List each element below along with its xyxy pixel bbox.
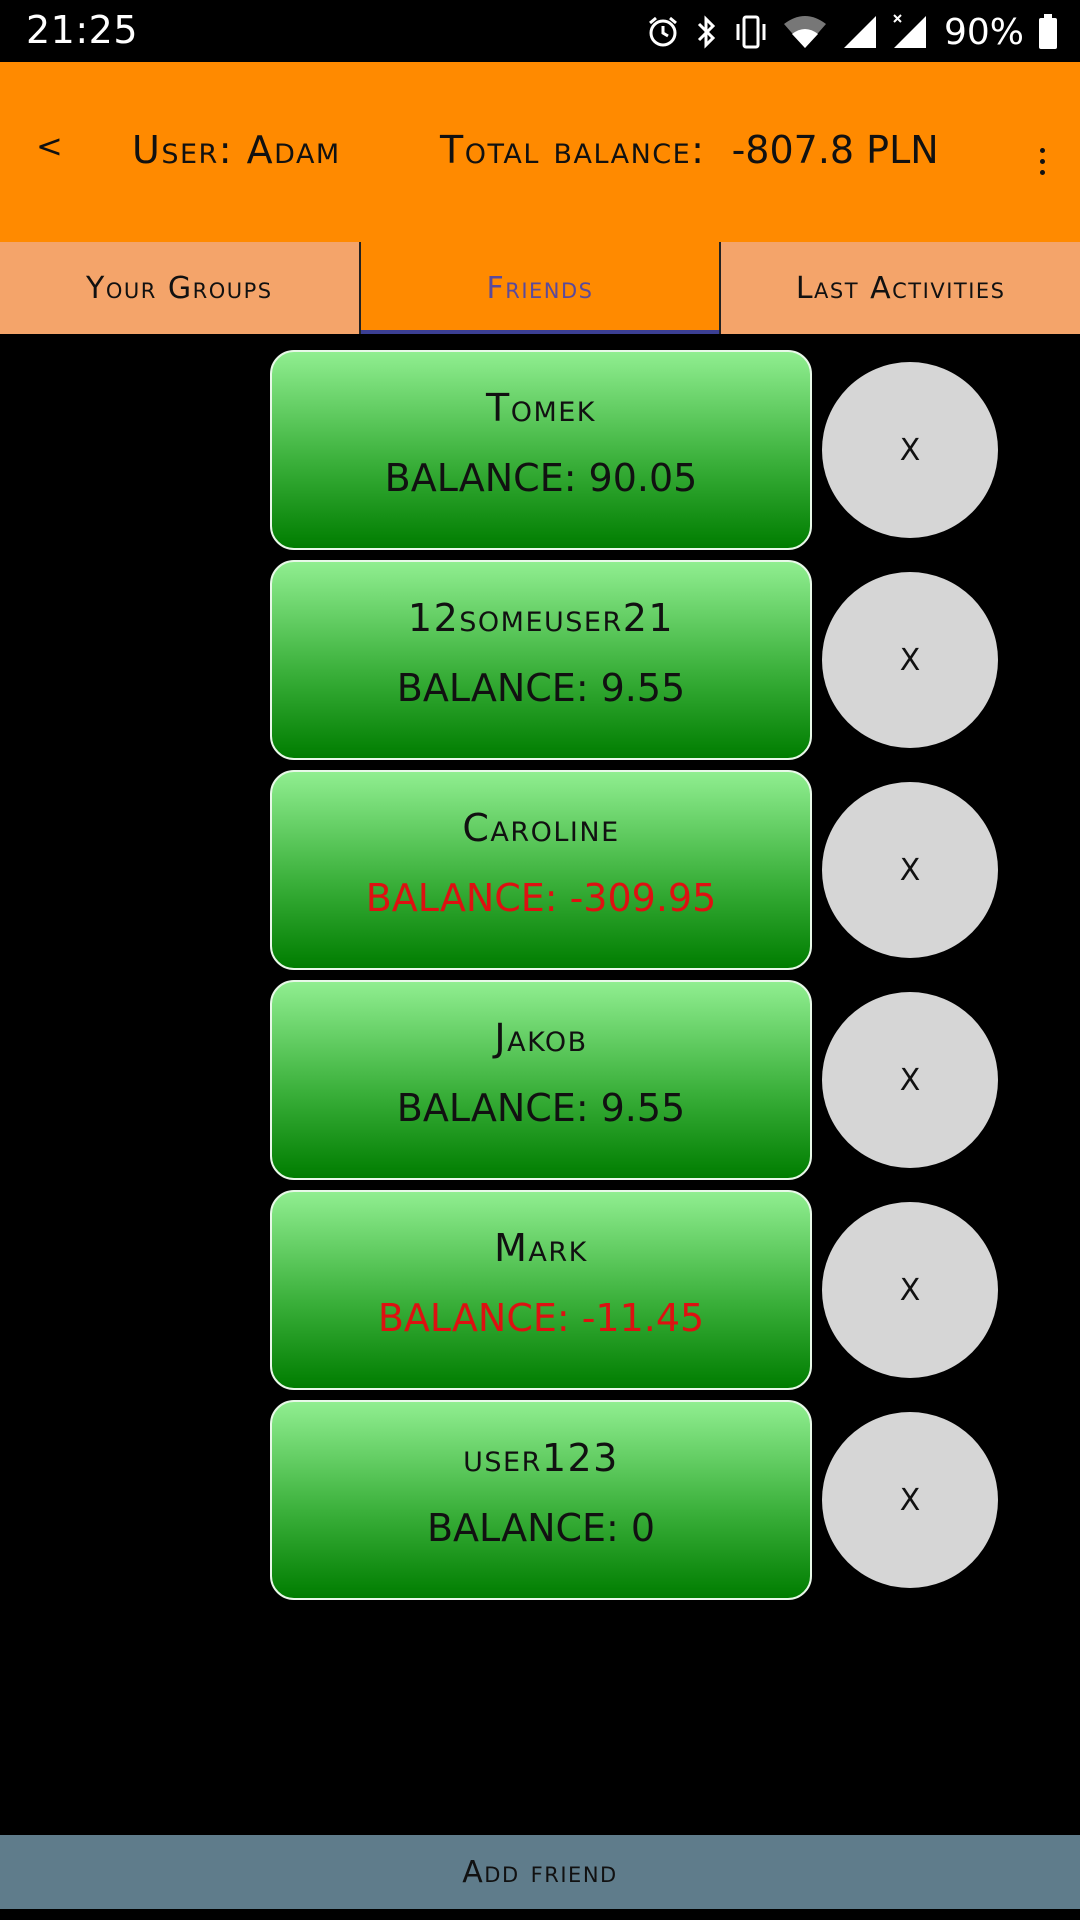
vibrate-icon <box>734 14 768 50</box>
friend-card[interactable]: 12someuser21 BALANCE: 9.55 <box>270 560 812 760</box>
friend-balance-label: BALANCE: <box>396 1086 589 1130</box>
alarm-icon <box>646 15 680 49</box>
add-friend-button[interactable]: Add friend <box>0 1835 1080 1909</box>
friend-card[interactable]: Jakob BALANCE: 9.55 <box>270 980 812 1180</box>
friend-row: 12someuser21 BALANCE: 9.55 X <box>0 560 1080 760</box>
status-bar: 21:25 90% <box>0 0 1080 62</box>
friend-name: Jakob <box>494 1016 588 1060</box>
friend-balance-value: 90.05 <box>588 456 698 500</box>
friend-row: Mark BALANCE: -11.45 X <box>0 1190 1080 1390</box>
friend-row: Caroline BALANCE: -309.95 X <box>0 770 1080 970</box>
overflow-menu-icon[interactable] <box>1032 148 1052 188</box>
battery-icon <box>1038 14 1058 50</box>
friend-name: Mark <box>494 1226 588 1270</box>
status-icons: 90% <box>646 10 1058 54</box>
wifi-icon <box>782 14 828 50</box>
battery-percent: 90% <box>943 11 1024 53</box>
bluetooth-icon <box>694 14 720 50</box>
total-balance-label: Total balance: <box>440 128 706 172</box>
cell-signal-icon <box>842 14 878 50</box>
status-time: 21:25 <box>26 8 139 52</box>
remove-friend-button[interactable]: X <box>822 992 998 1168</box>
friend-balance: BALANCE: -309.95 <box>272 876 810 920</box>
friend-row: user123 BALANCE: 0 X <box>0 1400 1080 1600</box>
friend-balance-value: -309.95 <box>569 876 717 920</box>
total-balance: Total balance: -807.8 PLN <box>440 128 939 172</box>
friend-balance: BALANCE: 90.05 <box>272 456 810 500</box>
total-balance-value: -807.8 PLN <box>731 128 939 172</box>
remove-friend-button[interactable]: X <box>822 362 998 538</box>
app-bar: < User: Adam Total balance: -807.8 PLN <box>0 62 1080 242</box>
friend-card[interactable]: Tomek BALANCE: 90.05 <box>270 350 812 550</box>
friend-balance-value: 0 <box>630 1506 656 1550</box>
friend-balance: BALANCE: 9.55 <box>272 1086 810 1130</box>
user-label: User: Adam <box>132 128 341 172</box>
friend-card[interactable]: Caroline BALANCE: -309.95 <box>270 770 812 970</box>
tab-bar: Your Groups Friends Last Activities <box>0 242 1080 334</box>
remove-friend-button[interactable]: X <box>822 572 998 748</box>
friend-balance: BALANCE: -11.45 <box>272 1296 810 1340</box>
friend-name: 12someuser21 <box>407 596 675 640</box>
tab-friends[interactable]: Friends <box>358 242 720 334</box>
friend-balance-value: -11.45 <box>581 1296 705 1340</box>
friend-name: Tomek <box>485 386 597 430</box>
friend-card[interactable]: Mark BALANCE: -11.45 <box>270 1190 812 1390</box>
friend-balance-label: BALANCE: <box>365 876 558 920</box>
cell-signal-noservice-icon <box>892 14 928 50</box>
friend-balance-value: 9.55 <box>600 666 686 710</box>
remove-friend-button[interactable]: X <box>822 782 998 958</box>
friend-name: Caroline <box>462 806 620 850</box>
tab-your-groups[interactable]: Your Groups <box>0 242 359 334</box>
friend-balance: BALANCE: 0 <box>272 1506 810 1550</box>
friend-balance-label: BALANCE: <box>377 1296 570 1340</box>
friend-balance-label: BALANCE: <box>396 666 589 710</box>
back-button[interactable]: < <box>36 127 63 165</box>
friend-card[interactable]: user123 BALANCE: 0 <box>270 1400 812 1600</box>
remove-friend-button[interactable]: X <box>822 1202 998 1378</box>
tab-last-activities[interactable]: Last Activities <box>719 242 1080 334</box>
friend-balance-value: 9.55 <box>600 1086 686 1130</box>
friend-name: user123 <box>463 1436 619 1480</box>
friend-balance: BALANCE: 9.55 <box>272 666 810 710</box>
remove-friend-button[interactable]: X <box>822 1412 998 1588</box>
friend-balance-label: BALANCE: <box>384 456 577 500</box>
friend-balance-label: BALANCE: <box>426 1506 619 1550</box>
friend-row: Tomek BALANCE: 90.05 X <box>0 350 1080 550</box>
friend-row: Jakob BALANCE: 9.55 X <box>0 980 1080 1180</box>
